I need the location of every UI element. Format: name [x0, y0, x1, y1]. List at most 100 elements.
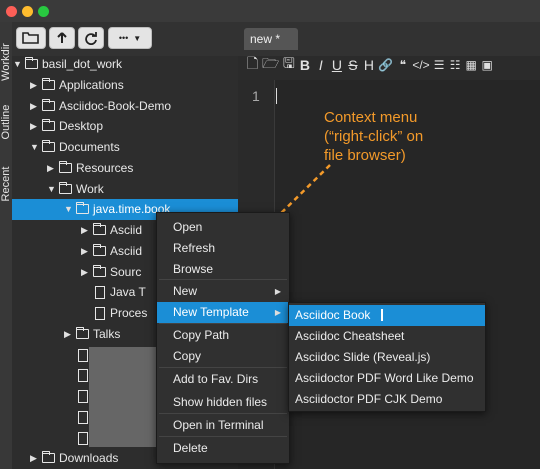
folder-icon: [59, 160, 72, 173]
tree-item-label: Asciid: [110, 223, 143, 237]
heading-icon[interactable]: H: [362, 57, 375, 73]
folder-icon: [76, 202, 89, 215]
submenu-item-asciidoctor-pdf-cjk-demo[interactable]: Asciidoctor PDF CJK Demo: [289, 389, 485, 410]
refresh-button[interactable]: [78, 27, 104, 49]
collapsed-arrow-icon[interactable]: ▶: [64, 324, 71, 345]
tree-folder-row[interactable]: ▼ Documents: [12, 137, 238, 158]
tree-folder-row[interactable]: ▼ basil_dot_work: [12, 54, 238, 75]
tree-folder-row[interactable]: ▶ Applications: [12, 75, 238, 96]
menu-item-add-to-fav-dirs[interactable]: Add to Fav. Dirs: [157, 369, 289, 390]
open-file-icon[interactable]: 🗁: [262, 53, 279, 77]
submenu-item-asciidoc-cheatsheet[interactable]: Asciidoc Cheatsheet: [289, 326, 485, 347]
tab-workdir[interactable]: Workdir: [0, 38, 12, 86]
list-icon[interactable]: ☰: [433, 58, 446, 72]
submenu-item-label: Asciidoc Slide (Reveal.js): [295, 350, 431, 364]
save-icon[interactable]: 🖫: [282, 53, 295, 77]
underline-icon[interactable]: U: [330, 57, 343, 73]
menu-separator: [159, 413, 287, 414]
file-icon: [78, 390, 88, 403]
menu-item-copy[interactable]: Copy: [157, 346, 289, 367]
folder-icon: [42, 140, 55, 152]
submenu-item-asciidoc-slide-reveal-js[interactable]: Asciidoc Slide (Reveal.js): [289, 347, 485, 368]
up-directory-button[interactable]: [49, 27, 75, 49]
menu-item-copy-path[interactable]: Copy Path: [157, 325, 289, 346]
minimize-window-button[interactable]: [22, 6, 33, 17]
bold-icon[interactable]: B: [298, 57, 311, 73]
close-window-button[interactable]: [6, 6, 17, 17]
expanded-arrow-icon[interactable]: ▼: [30, 137, 39, 158]
menu-item-refresh[interactable]: Refresh: [157, 238, 289, 259]
menu-item-label: Delete: [173, 441, 208, 455]
chevron-down-icon: ▼: [133, 33, 142, 43]
text-cursor: [276, 88, 277, 104]
tree-item-label: Downloads: [59, 451, 119, 466]
collapsed-arrow-icon[interactable]: ▶: [30, 448, 37, 469]
menu-item-open-in-terminal[interactable]: Open in Terminal: [157, 415, 289, 436]
collapsed-arrow-icon[interactable]: ▶: [81, 220, 88, 241]
pdf-file-icon: [78, 348, 88, 362]
tree-item-label: Applications: [59, 77, 124, 92]
submenu-item-asciidoc-book[interactable]: Asciidoc Book: [289, 305, 485, 326]
folder-icon: [93, 223, 106, 235]
menu-item-delete[interactable]: Delete: [157, 438, 289, 459]
italic-icon[interactable]: I: [314, 57, 327, 73]
menu-separator: [159, 367, 287, 368]
menu-item-label: Copy: [173, 349, 202, 363]
tree-item-label: Sourc: [110, 264, 142, 279]
collapsed-arrow-icon[interactable]: ▶: [30, 116, 37, 137]
text-cursor-icon: [381, 309, 383, 321]
expanded-arrow-icon[interactable]: ▼: [64, 199, 73, 220]
tree-folder-row[interactable]: ▶ Resources: [12, 158, 238, 179]
file-icon: [78, 410, 88, 424]
more-button[interactable]: ••• ▼: [108, 27, 152, 49]
open-folder-button[interactable]: [16, 27, 46, 49]
expanded-arrow-icon[interactable]: ▼: [47, 179, 56, 200]
image-icon[interactable]: ▣: [481, 58, 494, 72]
tree-item-label: Desktop: [59, 119, 104, 134]
quote-icon[interactable]: ❝: [396, 58, 409, 72]
menu-item-browse[interactable]: Browse: [157, 259, 289, 280]
collapsed-arrow-icon[interactable]: ▶: [81, 262, 88, 283]
menu-item-label: Open: [173, 220, 203, 234]
numbered-list-icon[interactable]: ☷: [449, 58, 462, 72]
tab-recent[interactable]: Recent: [0, 160, 12, 208]
menu-item-new-template[interactable]: New Template ▶: [157, 302, 289, 323]
tab-outline[interactable]: Outline: [0, 98, 12, 146]
collapsed-arrow-icon[interactable]: ▶: [30, 96, 37, 117]
folder-icon: [76, 326, 89, 339]
menu-item-label: Show hidden files: [173, 395, 268, 409]
zoom-window-button[interactable]: [38, 6, 49, 17]
link-icon[interactable]: 🔗: [378, 58, 393, 72]
tree-item-label: Resources: [76, 160, 134, 175]
tree-folder-row[interactable]: ▶ Asciidoc-Book-Demo: [12, 96, 238, 117]
pdf-file-icon: [78, 369, 88, 383]
annotation-callout: Context menu (“right-click” on file brow…: [324, 108, 423, 165]
menu-item-label: New Template: [173, 305, 249, 319]
tree-item-label: basil_dot_work: [42, 57, 123, 71]
annotation-line: Context menu: [324, 109, 418, 126]
submenu-item-asciidoctor-pdf-word-like-demo[interactable]: Asciidoctor PDF Word Like Demo: [289, 368, 485, 389]
tree-folder-row[interactable]: ▶ Desktop: [12, 116, 238, 137]
tab-new-document[interactable]: new *: [244, 28, 298, 50]
collapsed-arrow-icon[interactable]: ▶: [47, 158, 54, 179]
menu-separator: [159, 323, 287, 324]
menu-item-new[interactable]: New ▶: [157, 281, 289, 302]
new-file-icon[interactable]: 🗋: [246, 53, 259, 77]
folder-icon: [25, 57, 38, 69]
collapsed-arrow-icon[interactable]: ▶: [30, 75, 37, 96]
redacted-area: [89, 347, 156, 447]
strikethrough-icon[interactable]: S: [346, 57, 359, 73]
side-tab-strip: [0, 22, 12, 469]
submenu-arrow-icon: ▶: [274, 287, 281, 296]
refresh-icon: [85, 32, 97, 45]
folder-icon: [42, 77, 55, 90]
expanded-arrow-icon[interactable]: ▼: [13, 54, 22, 75]
tree-item-label: Asciidoc-Book-Demo: [59, 98, 172, 113]
table-icon[interactable]: ▦: [465, 58, 478, 72]
menu-item-label: Refresh: [173, 241, 216, 255]
menu-item-open[interactable]: Open: [157, 217, 289, 238]
collapsed-arrow-icon[interactable]: ▶: [81, 241, 88, 262]
menu-item-show-hidden-files[interactable]: Show hidden files: [157, 392, 289, 413]
code-icon[interactable]: </>: [412, 58, 429, 72]
tree-folder-row[interactable]: ▼ Work: [12, 179, 238, 200]
